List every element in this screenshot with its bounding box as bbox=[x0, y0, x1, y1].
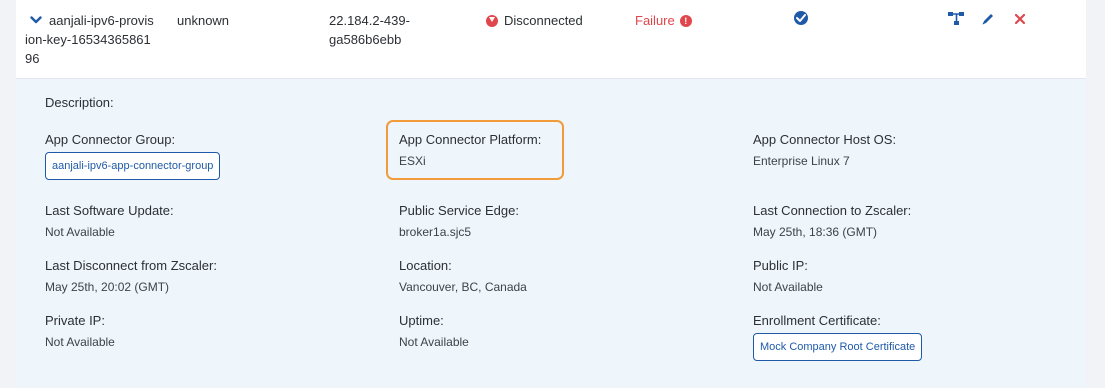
last-connection-label: Last Connection to Zscaler: bbox=[753, 203, 912, 218]
app-connector-group-label: App Connector Group: bbox=[45, 132, 176, 147]
edit-icon[interactable] bbox=[979, 11, 997, 27]
public-ip-value: Not Available bbox=[753, 280, 823, 294]
uptime-field: Uptime: Not Available bbox=[399, 312, 719, 351]
app-connector-host-os-value: Enterprise Linux 7 bbox=[753, 154, 850, 168]
connector-name[interactable]: aanjali-ipv6-provision-key-1653436586196 bbox=[25, 11, 155, 68]
private-ip-field: Private IP: Not Available bbox=[45, 312, 365, 351]
status-cell: Disconnected bbox=[486, 11, 583, 30]
status-text: Disconnected bbox=[504, 13, 583, 28]
location-value: Vancouver, BC, Canada bbox=[399, 280, 527, 294]
public-ip-field: Public IP: Not Available bbox=[753, 257, 1073, 296]
public-service-edge-label: Public Service Edge: bbox=[399, 203, 519, 218]
last-disconnect-field: Last Disconnect from Zscaler: May 25th, … bbox=[45, 257, 365, 296]
result-cell: Failure ! bbox=[635, 11, 692, 30]
check-circle-icon bbox=[794, 11, 808, 25]
app-connector-host-os-field: App Connector Host OS: Enterprise Linux … bbox=[753, 131, 1073, 170]
enrollment-certificate-link[interactable]: Mock Company Root Certificate bbox=[753, 333, 923, 361]
enrollment-certificate-field: Enrollment Certificate: Mock Company Roo… bbox=[753, 312, 1073, 361]
last-disconnect-label: Last Disconnect from Zscaler: bbox=[45, 258, 217, 273]
uptime-value: Not Available bbox=[399, 335, 469, 349]
public-ip-label: Public IP: bbox=[753, 258, 808, 273]
result-text: Failure bbox=[635, 13, 675, 28]
delete-icon[interactable] bbox=[1011, 11, 1029, 27]
location-field: Location: Vancouver, BC, Canada bbox=[399, 257, 719, 296]
table-row: aanjali-ipv6-provision-key-1653436586196… bbox=[16, 0, 1086, 79]
connector-details: Description: App Connector Group: aanjal… bbox=[16, 79, 1086, 388]
last-software-update-label: Last Software Update: bbox=[45, 203, 174, 218]
last-software-update-field: Last Software Update: Not Available bbox=[45, 202, 365, 241]
app-connector-host-os-label: App Connector Host OS: bbox=[753, 132, 897, 147]
version: 22.184.2-439-ga586b6ebb bbox=[329, 13, 410, 47]
location-label: Location: bbox=[399, 258, 452, 273]
disconnected-icon bbox=[486, 14, 498, 27]
uptime-label: Uptime: bbox=[399, 313, 444, 328]
last-software-update-value: Not Available bbox=[45, 225, 115, 239]
public-service-edge-field: Public Service Edge: broker1a.sjc5 bbox=[399, 202, 719, 241]
private-ip-label: Private IP: bbox=[45, 313, 105, 328]
last-connection-field: Last Connection to Zscaler: May 25th, 18… bbox=[753, 202, 1073, 241]
app-connector-group-link[interactable]: aanjali-ipv6-app-connector-group bbox=[45, 152, 221, 180]
app-connector-platform-label: App Connector Platform: bbox=[399, 132, 542, 147]
app-connector-group-field: App Connector Group: aanjali-ipv6-app-co… bbox=[45, 131, 365, 180]
topology-icon[interactable] bbox=[947, 11, 965, 27]
enrollment-certificate-label: Enrollment Certificate: bbox=[753, 313, 881, 328]
public-service-edge-value: broker1a.sjc5 bbox=[399, 225, 472, 239]
failure-alert-icon[interactable]: ! bbox=[679, 14, 692, 27]
private-ip-value: Not Available bbox=[45, 335, 115, 349]
last-disconnect-value: May 25th, 20:02 (GMT) bbox=[45, 280, 170, 294]
last-connection-value: May 25th, 18:36 (GMT) bbox=[753, 225, 878, 239]
row-actions bbox=[947, 11, 1043, 27]
app-connector-platform-value: ESXi bbox=[399, 154, 426, 168]
description-label: Description: bbox=[45, 95, 114, 110]
auth-state: unknown bbox=[177, 13, 230, 28]
app-connector-platform-field: App Connector Platform: ESXi bbox=[399, 131, 719, 170]
